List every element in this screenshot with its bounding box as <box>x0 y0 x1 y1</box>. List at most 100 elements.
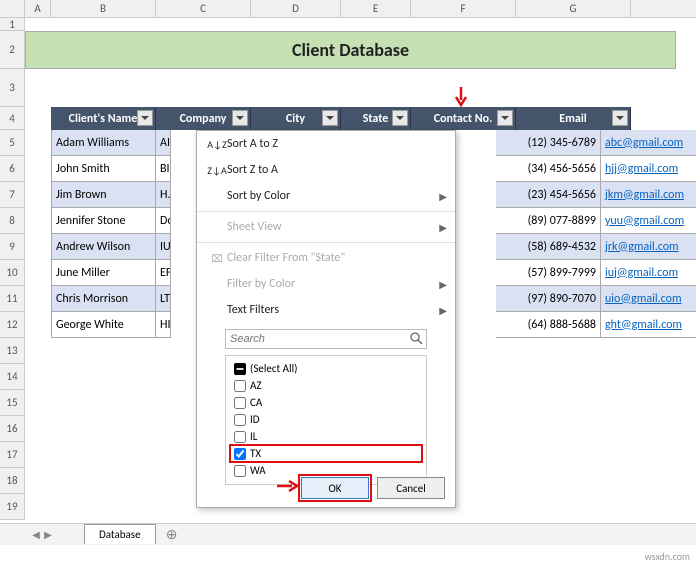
add-sheet-button[interactable]: ⊕ <box>162 526 182 543</box>
cell-name[interactable]: George White <box>51 312 156 338</box>
filter-button-state[interactable] <box>392 110 408 126</box>
filter-button-email[interactable] <box>612 110 628 126</box>
cell-contact[interactable]: (58) 689-4532 <box>496 234 601 260</box>
row-header-10[interactable]: 10 <box>0 260 24 286</box>
col-header-f[interactable]: F <box>411 0 516 17</box>
row-header-15[interactable]: 15 <box>0 390 24 416</box>
tab-nav-next[interactable]: ▶ <box>42 528 54 541</box>
checkbox[interactable] <box>234 448 246 460</box>
filter-button-contact[interactable] <box>497 110 513 126</box>
th-company-label: Company <box>180 112 227 126</box>
checkbox[interactable] <box>234 414 246 426</box>
checkbox[interactable] <box>234 431 246 443</box>
col-header-b[interactable]: B <box>51 0 156 17</box>
row-header-1[interactable]: 1 <box>0 18 24 31</box>
cell-contact[interactable]: (64) 888-5688 <box>496 312 601 338</box>
row-header-7[interactable]: 7 <box>0 182 24 208</box>
row-header-18[interactable]: 18 <box>0 468 24 494</box>
cell-company[interactable]: AI <box>156 130 171 156</box>
tab-nav-prev[interactable]: ◀ <box>30 528 42 541</box>
cell-company[interactable]: Do <box>156 208 171 234</box>
chevron-right-icon: ▶ <box>439 190 447 203</box>
cell-contact[interactable]: (34) 456-5656 <box>496 156 601 182</box>
cell-name[interactable]: Jennifer Stone <box>51 208 156 234</box>
cell-name[interactable]: Jim Brown <box>51 182 156 208</box>
cell-contact[interactable]: (23) 454-5656 <box>496 182 601 208</box>
row-header-19[interactable]: 19 <box>0 494 24 520</box>
row-header-9[interactable]: 9 <box>0 234 24 260</box>
th-company: Company <box>156 107 251 130</box>
cell-company[interactable]: H. <box>156 182 171 208</box>
cell-email[interactable]: iuj@gmail.com <box>601 260 696 286</box>
row-header-13[interactable]: 13 <box>0 338 24 364</box>
sort-za-item[interactable]: Z↓A Sort Z to A <box>197 157 455 183</box>
col-header-g[interactable]: G <box>516 0 631 17</box>
sheet-tab-database[interactable]: Database <box>84 524 156 544</box>
filter-button-city[interactable] <box>322 110 338 126</box>
filter-button-company[interactable] <box>232 110 248 126</box>
chevron-right-icon: ▶ <box>439 304 447 317</box>
cell-email[interactable]: jrk@gmail.com <box>601 234 696 260</box>
cancel-button[interactable]: Cancel <box>377 477 445 499</box>
sort-color-item[interactable]: Sort by Color ▶ <box>197 183 455 209</box>
row-header-16[interactable]: 16 <box>0 416 24 442</box>
th-name-label: Client's Name <box>69 112 138 126</box>
row-header-17[interactable]: 17 <box>0 442 24 468</box>
col-header-d[interactable]: D <box>251 0 341 17</box>
cell-contact[interactable]: (12) 345-6789 <box>496 130 601 156</box>
ok-button[interactable]: OK <box>301 477 369 499</box>
th-city: City <box>251 107 341 130</box>
cell-name[interactable]: June Miller <box>51 260 156 286</box>
row-header-4[interactable]: 4 <box>0 107 24 130</box>
cell-company[interactable]: IU <box>156 234 171 260</box>
row-header-11[interactable]: 11 <box>0 286 24 312</box>
row-header-3[interactable]: 3 <box>0 69 24 107</box>
row-header-8[interactable]: 8 <box>0 208 24 234</box>
filter-button-name[interactable] <box>137 110 153 126</box>
sort-az-item[interactable]: A↓Z Sort A to Z <box>197 131 455 157</box>
cell-company[interactable]: LT <box>156 286 171 312</box>
cell-name[interactable]: Chris Morrison <box>51 286 156 312</box>
sort-az-icon: A↓Z <box>207 138 227 151</box>
row-header-12[interactable]: 12 <box>0 312 24 338</box>
checkbox[interactable] <box>234 397 246 409</box>
row-header-2[interactable]: 2 <box>0 31 24 69</box>
cell-name[interactable]: Andrew Wilson <box>51 234 156 260</box>
chk-label: CA <box>250 396 262 409</box>
col-header-c[interactable]: C <box>156 0 251 17</box>
col-header-e[interactable]: E <box>341 0 411 17</box>
select-all-corner[interactable] <box>0 0 25 17</box>
chk-item-az[interactable]: AZ <box>230 377 422 394</box>
cell-contact[interactable]: (57) 899-7999 <box>496 260 601 286</box>
row-header-14[interactable]: 14 <box>0 364 24 390</box>
cell-company[interactable]: HI <box>156 312 171 338</box>
chk-item-id[interactable]: ID <box>230 411 422 428</box>
cell-email[interactable]: yuu@gmail.com <box>601 208 696 234</box>
chk-item-ca[interactable]: CA <box>230 394 422 411</box>
cell-company[interactable]: EF <box>156 260 171 286</box>
cell-email[interactable]: hjj@gmail.com <box>601 156 696 182</box>
chk-item-il[interactable]: IL <box>230 428 422 445</box>
chk-select-all[interactable]: (Select All) <box>230 360 422 377</box>
row-header-6[interactable]: 6 <box>0 156 24 182</box>
cell-contact[interactable]: (89) 077-8899 <box>496 208 601 234</box>
checkbox[interactable] <box>234 380 246 392</box>
checkbox-select-all[interactable] <box>234 363 246 375</box>
col-header-a[interactable]: A <box>25 0 51 17</box>
cell-email[interactable]: ght@gmail.com <box>601 312 696 338</box>
cell-company[interactable]: BI <box>156 156 171 182</box>
watermark: wsxdn.com <box>645 550 690 563</box>
cell-name[interactable]: Adam Williams <box>51 130 156 156</box>
th-name: Client's Name <box>51 107 156 130</box>
checkbox[interactable] <box>234 465 246 477</box>
row-header-5[interactable]: 5 <box>0 130 24 156</box>
cell-contact[interactable]: (97) 890-7070 <box>496 286 601 312</box>
text-filters-item[interactable]: Text Filters ▶ <box>197 297 455 323</box>
cell-email[interactable]: jkm@gmail.com <box>601 182 696 208</box>
chk-item-tx[interactable]: TX <box>230 445 422 462</box>
cell-email[interactable]: abc@gmail.com <box>601 130 696 156</box>
search-input[interactable] <box>225 329 427 349</box>
th-contact-label: Contact No. <box>434 112 493 126</box>
cell-name[interactable]: John Smith <box>51 156 156 182</box>
cell-email[interactable]: uio@gmail.com <box>601 286 696 312</box>
